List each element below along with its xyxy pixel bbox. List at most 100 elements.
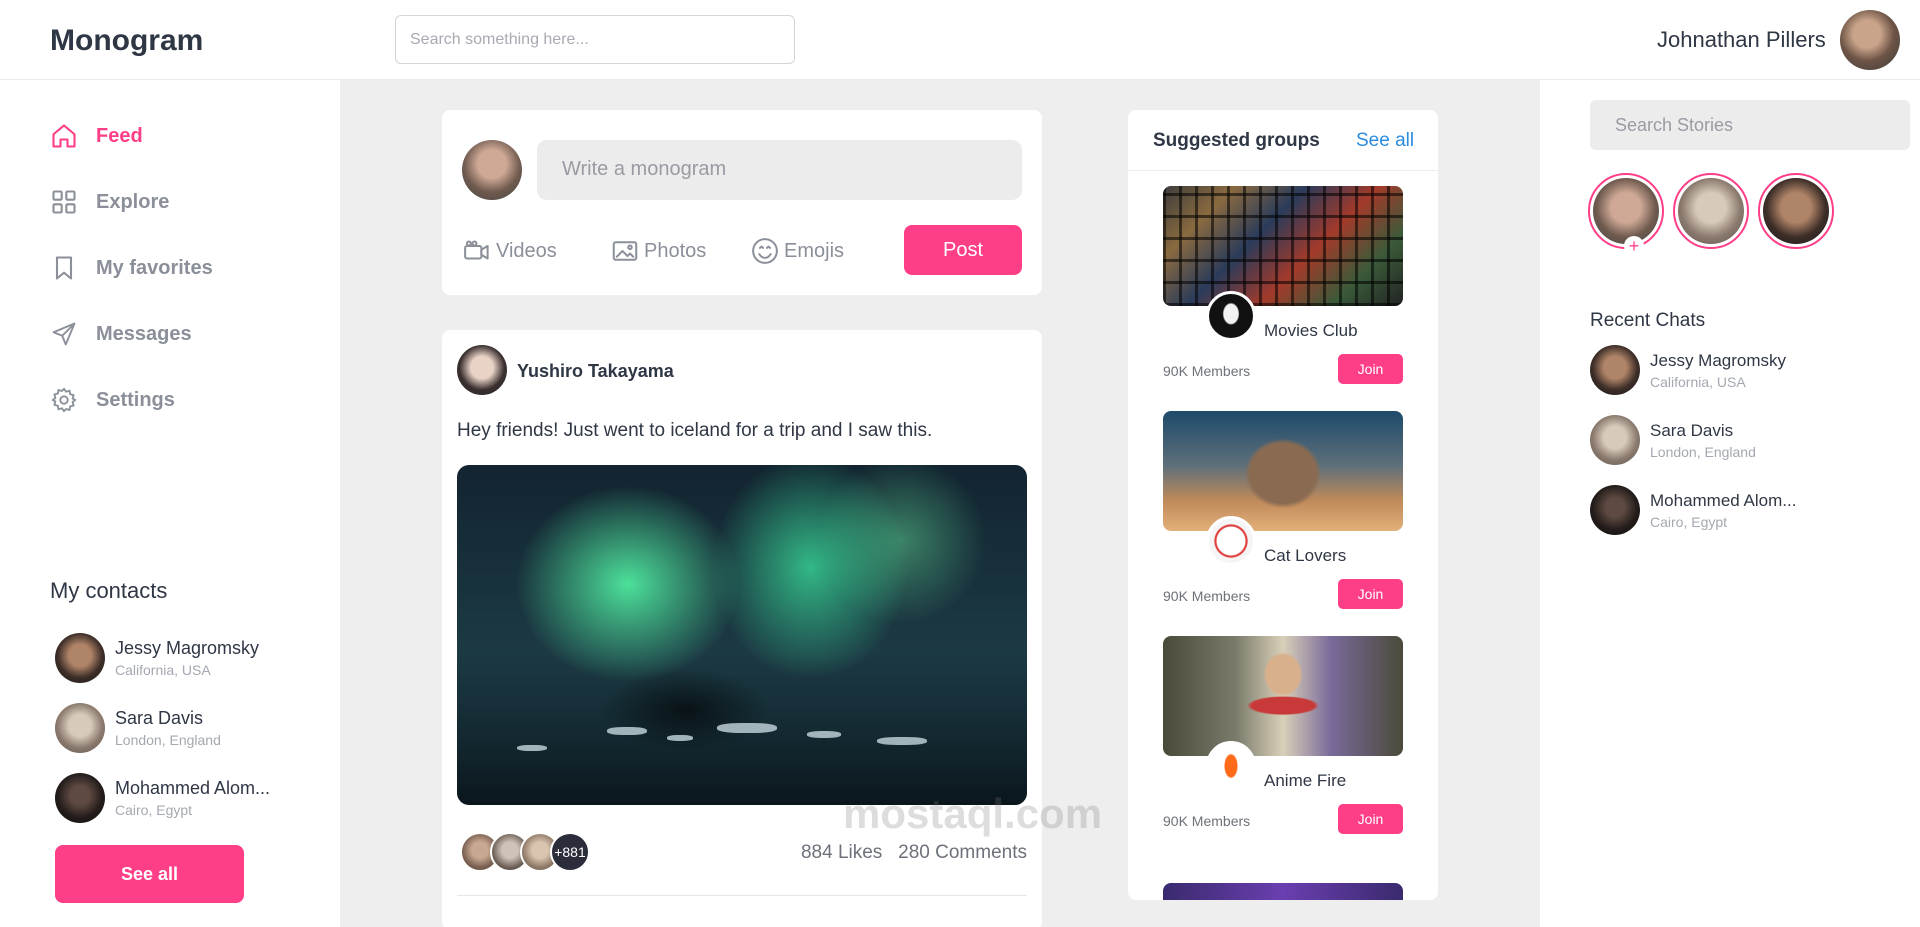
chat-item[interactable]: Mohammed Alom... Cairo, Egypt: [1590, 485, 1796, 535]
send-icon: [52, 322, 76, 346]
post-stats: 884 Likes 280 Comments: [801, 842, 1027, 864]
group-logo: [1206, 741, 1256, 791]
chat-name: Jessy Magromsky: [1650, 350, 1787, 370]
top-bar: Monogram Search something here... Johnat…: [0, 0, 1920, 80]
image-icon: [612, 241, 638, 261]
nav-label: Settings: [96, 388, 175, 411]
chat-item[interactable]: Jessy Magromsky California, USA: [1590, 345, 1786, 395]
nav-item-favorites[interactable]: My favorites: [50, 248, 213, 288]
post-text: Hey friends! Just went to iceland for a …: [457, 420, 933, 441]
group-members: 90K Members: [1163, 588, 1251, 604]
compose-input[interactable]: Write a monogram: [537, 140, 1022, 200]
story-avatar[interactable]: [1588, 173, 1664, 249]
contact-location: London, England: [115, 732, 221, 748]
left-sidebar: Feed Explore My favorites Messages Setti…: [0, 80, 340, 927]
videos-button[interactable]: Videos: [462, 236, 557, 266]
contact-item[interactable]: Mohammed Alom... Cairo, Egypt: [55, 773, 270, 823]
nav-label: Messages: [96, 322, 192, 345]
contacts-see-all-button[interactable]: See all: [55, 845, 244, 903]
divider: [1128, 170, 1438, 171]
watermark: mostaql.com: [843, 790, 1103, 837]
chat-name: Mohammed Alom...: [1650, 490, 1797, 510]
app-logo[interactable]: Monogram: [50, 24, 203, 58]
chat-location: California, USA: [1650, 373, 1746, 390]
post-author[interactable]: Yushiro Takayama: [517, 361, 674, 382]
group-members: 90K Members: [1163, 363, 1251, 379]
user-avatar[interactable]: [1840, 10, 1900, 70]
search-input[interactable]: Search something here...: [395, 15, 795, 64]
post-button[interactable]: Post: [904, 225, 1022, 275]
likes-count[interactable]: 884 Likes: [801, 842, 882, 863]
contact-location: California, USA: [115, 662, 211, 678]
nav-label: Feed: [96, 124, 143, 147]
emoji-icon: [752, 238, 778, 264]
story-avatar[interactable]: [1758, 173, 1834, 249]
group-cover-image: [1163, 636, 1403, 756]
nav-item-feed[interactable]: Feed: [50, 116, 143, 156]
group-cover-image: [1163, 186, 1403, 306]
contacts-title: My contacts: [50, 578, 168, 603]
avatar: [1590, 345, 1640, 395]
grid-icon: [52, 190, 76, 214]
post-image[interactable]: [457, 465, 1027, 805]
contact-name: Sara Davis: [115, 708, 204, 728]
contact-item[interactable]: Sara Davis London, England: [55, 703, 221, 753]
contact-name: Mohammed Alom...: [115, 778, 271, 798]
groups-see-all-link[interactable]: See all: [1356, 130, 1414, 152]
contact-name: Jessy Magromsky: [115, 638, 260, 658]
avatar: [462, 140, 522, 200]
join-button[interactable]: Join: [1338, 354, 1403, 384]
action-label: Videos: [496, 239, 557, 262]
join-button[interactable]: Join: [1338, 579, 1403, 609]
chat-location: Cairo, Egypt: [1650, 513, 1728, 530]
nav-label: Explore: [96, 190, 170, 213]
suggested-groups-panel: Suggested groups See all Movies Club 90K…: [1128, 110, 1438, 900]
nav-item-explore[interactable]: Explore: [50, 182, 169, 222]
avatar: [1590, 485, 1640, 535]
nav-label: My favorites: [96, 256, 213, 279]
gear-icon: [51, 387, 77, 413]
group-members: 90K Members: [1163, 813, 1251, 829]
story-search-input[interactable]: Search Stories: [1590, 100, 1910, 150]
action-label: Photos: [644, 239, 707, 262]
avatar: [55, 773, 105, 823]
nav-item-settings[interactable]: Settings: [50, 380, 175, 420]
likers-more-count: +881: [550, 832, 590, 872]
add-story-icon[interactable]: +: [1624, 236, 1644, 256]
group-card[interactable]: Cat Lovers 90K Members Join: [1163, 411, 1403, 609]
avatar: [1590, 415, 1640, 465]
join-button[interactable]: Join: [1338, 804, 1403, 834]
avatar[interactable]: [457, 345, 507, 395]
user-name[interactable]: Johnathan Pillers: [1657, 27, 1826, 53]
group-logo: [1206, 291, 1256, 341]
chat-name: Sara Davis: [1650, 420, 1734, 440]
avatar: [55, 703, 105, 753]
contact-location: Cairo, Egypt: [115, 802, 193, 818]
post-likers[interactable]: +881: [460, 832, 590, 872]
recent-chats-title: Recent Chats: [1590, 310, 1706, 331]
post-composer: Write a monogram Videos Photos Emojis Po…: [442, 110, 1042, 295]
action-label: Emojis: [784, 239, 845, 262]
group-name: Anime Fire: [1264, 771, 1347, 790]
group-cover-image: [1163, 883, 1403, 900]
photos-button[interactable]: Photos: [610, 236, 706, 266]
contact-item[interactable]: Jessy Magromsky California, USA: [55, 633, 259, 683]
comments-count[interactable]: 280 Comments: [898, 842, 1027, 863]
story-avatar[interactable]: [1673, 173, 1749, 249]
group-cover-image: [1163, 411, 1403, 531]
divider: [457, 895, 1027, 896]
video-camera-icon: [464, 240, 489, 260]
group-card[interactable]: Movies Club 90K Members Join: [1163, 186, 1403, 384]
group-name: Movies Club: [1264, 321, 1358, 340]
emojis-button[interactable]: Emojis: [750, 236, 844, 266]
bookmark-icon: [55, 256, 73, 280]
chat-item[interactable]: Sara Davis London, England: [1590, 415, 1756, 465]
group-logo: [1206, 516, 1256, 566]
group-name: Cat Lovers: [1264, 546, 1347, 565]
groups-title: Suggested groups: [1153, 130, 1320, 151]
avatar: [55, 633, 105, 683]
home-icon: [52, 124, 76, 148]
nav-item-messages[interactable]: Messages: [50, 314, 192, 354]
right-sidebar: Search Stories Recent Chats Jessy Magrom…: [1540, 80, 1920, 927]
group-card[interactable]: Anime Fire 90K Members Join: [1163, 636, 1403, 834]
